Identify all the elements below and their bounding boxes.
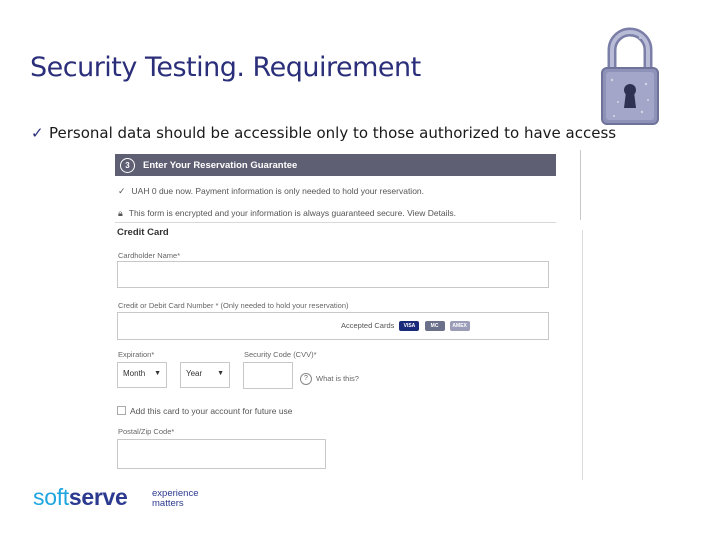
- padlock-icon: 🔒︎: [118, 208, 123, 218]
- screenshot-border: [580, 150, 581, 220]
- step-header: 3 Enter Your Reservation Guarantee: [115, 154, 556, 176]
- bullet-text: Personal data should be accessible only …: [49, 124, 617, 142]
- logo-serve: serve: [68, 484, 128, 510]
- slide-title: Security Testing. Requirement: [30, 52, 421, 83]
- logo-soft: soft: [33, 484, 69, 510]
- lock-icon: [601, 27, 659, 125]
- security-notice: 🔒︎ This form is encrypted and your inform…: [118, 208, 457, 218]
- expiration-label: Expiration*: [118, 350, 155, 359]
- mastercard-card-icon: MC: [424, 321, 445, 332]
- payment-notice: ✓ UAH 0 due now. Payment information is o…: [118, 186, 425, 196]
- tagline-line-2: matters: [152, 498, 184, 509]
- card-number-input[interactable]: [117, 312, 549, 340]
- bullet-item: ✓ Personal data should be accessible only…: [31, 124, 616, 142]
- step-title: Enter Your Reservation Guarantee: [143, 159, 298, 171]
- accepted-cards: Accepted Cards VISA MC AMEX: [341, 321, 470, 332]
- save-card-checkbox[interactable]: [117, 406, 126, 415]
- what-is-this-link[interactable]: What is this?: [316, 374, 359, 383]
- reservation-form-screenshot: 3 Enter Your Reservation Guarantee ✓ UAH …: [115, 150, 585, 475]
- screenshot-border: [582, 230, 583, 480]
- card-number-label: Credit or Debit Card Number * (Only need…: [118, 301, 349, 310]
- dropdown-arrow-icon: ▼: [154, 370, 161, 377]
- check-icon: ✓: [31, 124, 44, 142]
- security-code-label: Security Code (CVV)*: [244, 350, 317, 359]
- security-code-input[interactable]: [243, 362, 293, 389]
- checkmark-icon: ✓: [118, 186, 126, 196]
- save-card-label[interactable]: Add this card to your account for future…: [130, 406, 293, 416]
- dropdown-arrow-icon: ▼: [217, 370, 224, 377]
- month-select[interactable]: Month ▼: [117, 362, 167, 388]
- cardholder-label: Cardholder Name*: [118, 251, 181, 260]
- amex-card-icon: AMEX: [449, 321, 470, 332]
- visa-card-icon: VISA: [399, 321, 420, 332]
- postal-code-label: Postal/Zip Code*: [118, 427, 175, 436]
- cardholder-name-input[interactable]: [117, 261, 549, 288]
- year-select[interactable]: Year ▼: [180, 362, 230, 388]
- divider: [115, 222, 556, 223]
- help-icon[interactable]: ?: [300, 373, 312, 385]
- postal-code-input[interactable]: [117, 439, 326, 469]
- credit-card-heading: Credit Card: [117, 227, 169, 238]
- logo-tagline: experience matters: [152, 489, 198, 509]
- softserve-logo: softserve: [33, 484, 128, 511]
- step-number-badge: 3: [120, 157, 135, 173]
